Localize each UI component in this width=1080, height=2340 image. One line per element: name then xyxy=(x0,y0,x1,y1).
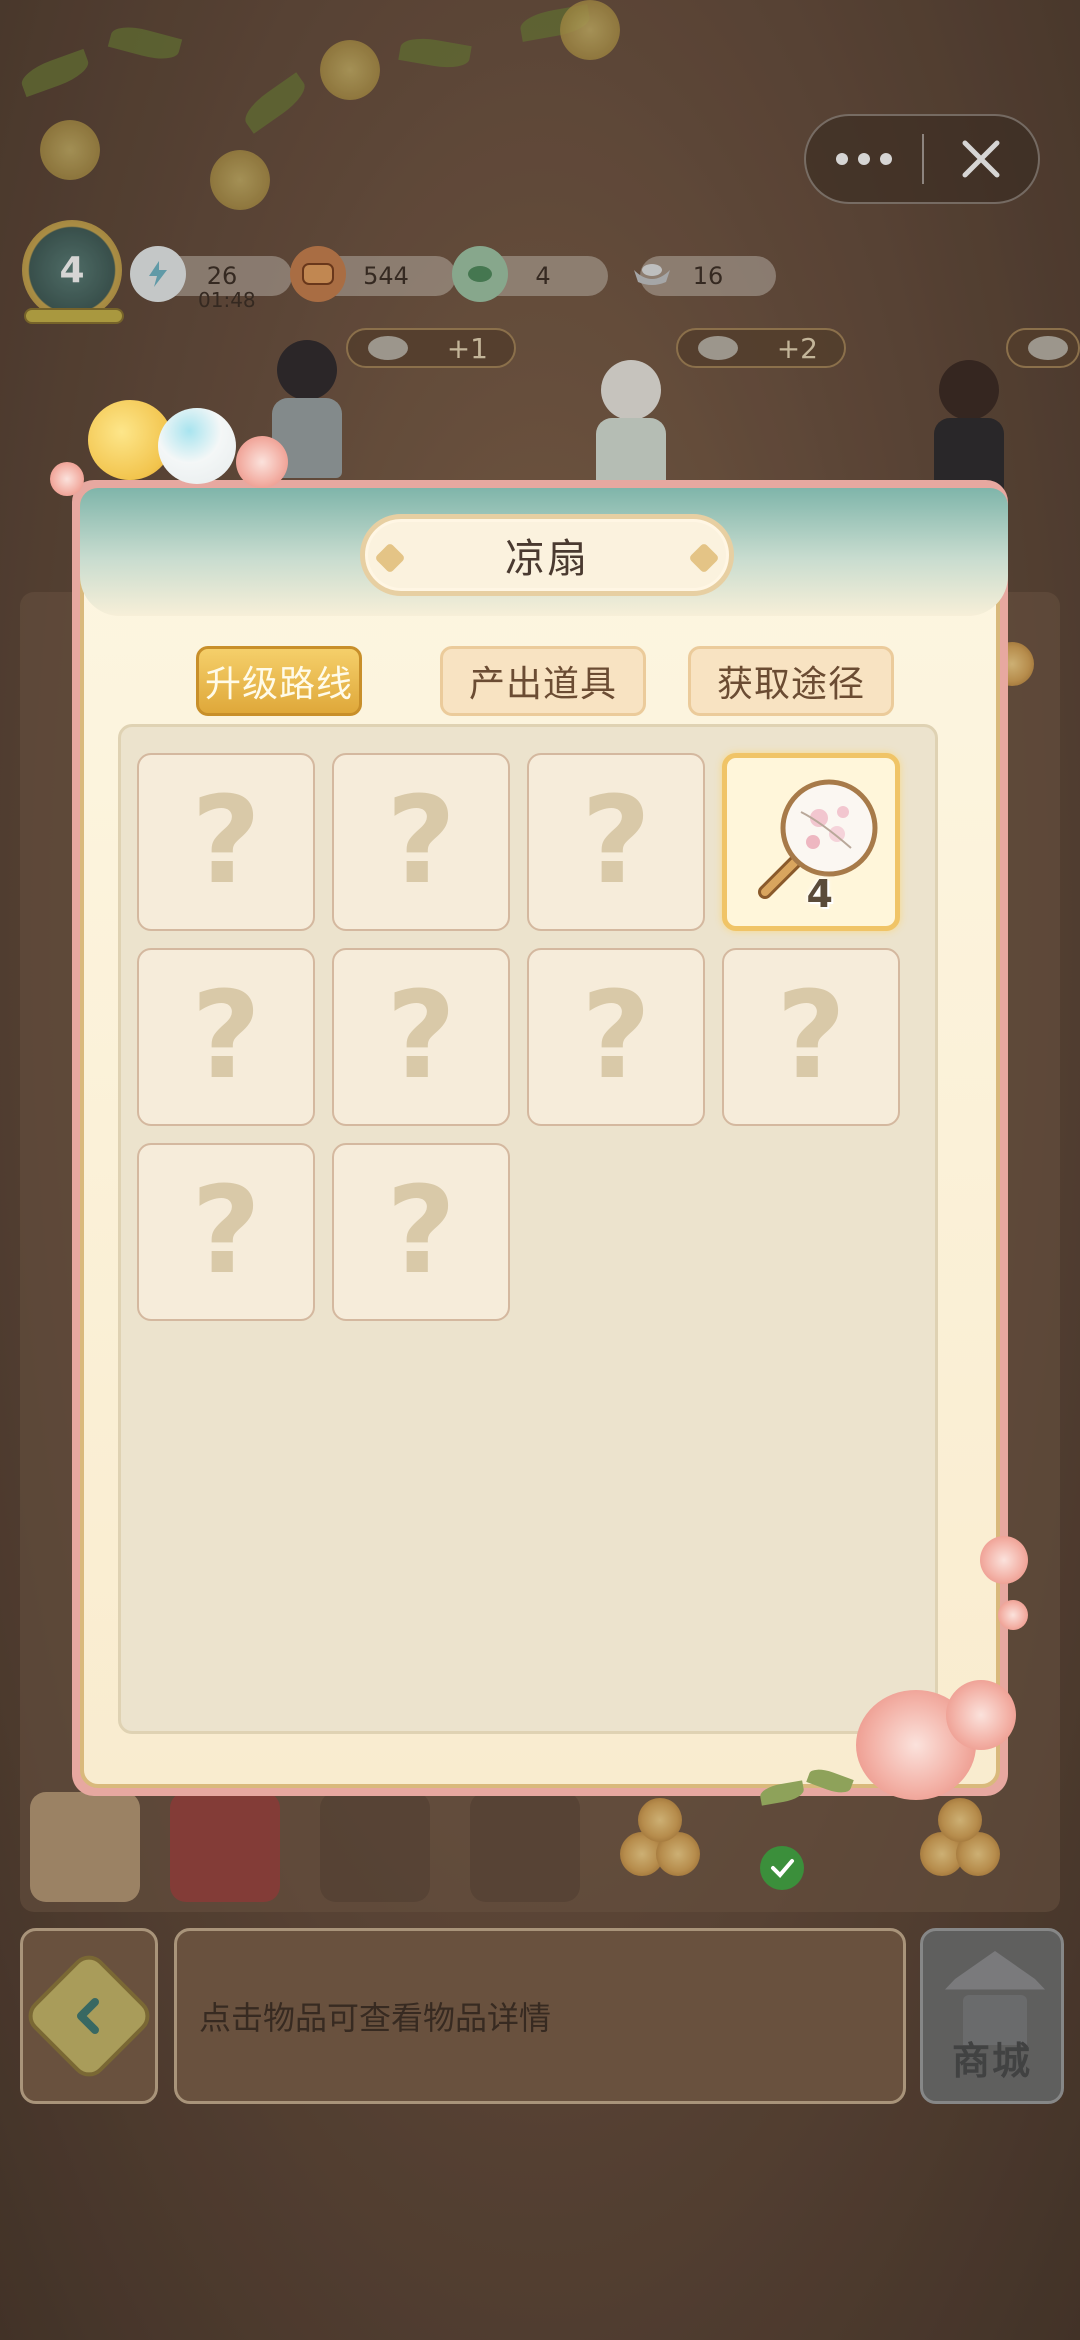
ornament-icon xyxy=(374,542,406,574)
question-mark-icon: ? xyxy=(191,772,261,911)
question-mark-icon: ? xyxy=(191,967,261,1106)
owned-item-slot[interactable]: 4 xyxy=(722,753,900,931)
ornament-icon xyxy=(688,542,720,574)
upgrade-route-grid: ? ? ? 4 ? ? ? ? ? ? xyxy=(118,724,938,1734)
tab-produced-items[interactable]: 产出道具 xyxy=(440,646,646,716)
modal-title-plaque: 凉扇 xyxy=(360,514,734,596)
question-mark-icon: ? xyxy=(386,967,456,1106)
blue-bird-decoration xyxy=(158,408,236,484)
question-mark-icon: ? xyxy=(776,967,846,1106)
modal-title: 凉扇 xyxy=(505,536,589,582)
locked-item-slot[interactable]: ? xyxy=(332,1143,510,1321)
peony-decoration xyxy=(980,1536,1028,1584)
question-mark-icon: ? xyxy=(191,1162,261,1301)
locked-item-slot[interactable]: ? xyxy=(332,753,510,931)
locked-item-slot[interactable]: ? xyxy=(722,948,900,1126)
item-detail-modal: 凉扇 升级路线 产出道具 获取途径 ? ? ? 4 ? ? ? ? ? ? xyxy=(72,480,1008,1796)
tab-upgrade-route[interactable]: 升级路线 xyxy=(196,646,362,716)
locked-item-slot[interactable]: ? xyxy=(332,948,510,1126)
tab-label: 产出道具 xyxy=(468,664,617,705)
item-level: 4 xyxy=(806,872,833,916)
locked-item-slot[interactable]: ? xyxy=(527,753,705,931)
modal-body: 凉扇 升级路线 产出道具 获取途径 ? ? ? 4 ? ? ? ? ? ? xyxy=(80,488,1008,1788)
locked-item-slot[interactable]: ? xyxy=(137,753,315,931)
tab-acquisition[interactable]: 获取途径 xyxy=(688,646,894,716)
tab-label: 升级路线 xyxy=(204,664,353,705)
locked-item-slot[interactable]: ? xyxy=(137,948,315,1126)
question-mark-icon: ? xyxy=(386,1162,456,1301)
peony-decoration xyxy=(50,462,84,496)
peony-decoration xyxy=(236,436,288,488)
peony-decoration xyxy=(998,1600,1028,1630)
question-mark-icon: ? xyxy=(386,772,456,911)
peony-decoration xyxy=(946,1680,1016,1750)
question-mark-icon: ? xyxy=(581,772,651,911)
locked-item-slot[interactable]: ? xyxy=(137,1143,315,1321)
locked-item-slot[interactable]: ? xyxy=(527,948,705,1126)
check-icon xyxy=(760,1846,804,1890)
question-mark-icon: ? xyxy=(581,967,651,1106)
tab-label: 获取途径 xyxy=(716,664,865,705)
